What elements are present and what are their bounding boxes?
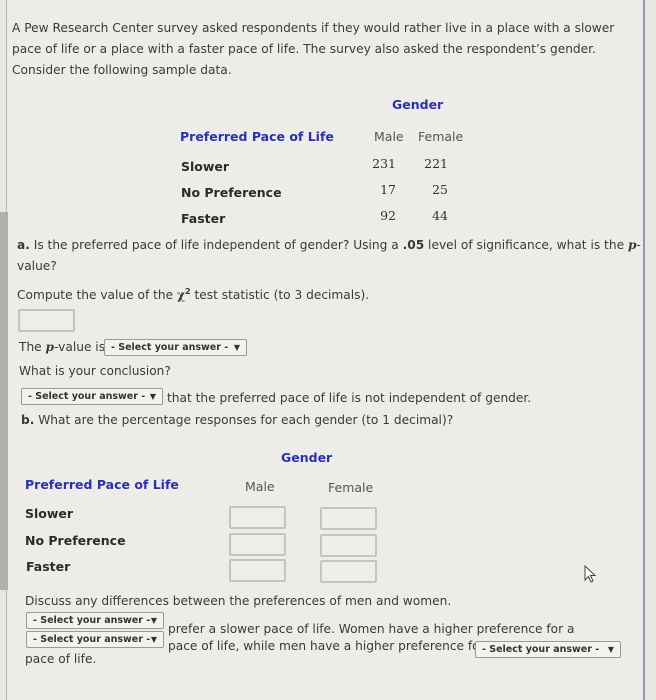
pvalue-select[interactable]: - Select your answer - ▼ — [104, 339, 247, 356]
conclusion-text: that the preferred pace of life is not i… — [167, 391, 532, 405]
nopref-male-input[interactable] — [229, 533, 286, 556]
q-text: Compute the value of the — [17, 288, 177, 303]
nopref-female-input[interactable] — [320, 534, 377, 557]
mouse-cursor-icon — [584, 565, 597, 583]
col-male-b: Male — [245, 479, 275, 494]
slower-male: 231 — [372, 156, 396, 171]
q-text: Is the preferred pace of life independen… — [29, 238, 403, 252]
compute-instruction: Compute the value of the χ2 test statist… — [17, 287, 369, 302]
scrollbar[interactable] — [0, 212, 8, 590]
gender-header: Gender — [392, 97, 444, 112]
slower-female-input[interactable] — [320, 507, 377, 530]
row-slower: Slower — [181, 159, 230, 174]
faster-male: 92 — [380, 208, 396, 223]
q-text: -value is — [54, 340, 106, 354]
col-male: Male — [374, 129, 404, 144]
discuss-select-1[interactable]: - Select your answer - ▼ — [26, 612, 164, 629]
row-faster: Faster — [181, 211, 226, 226]
dropdown-arrow-icon: ▼ — [607, 645, 614, 654]
discuss-prompt: Discuss any differences between the pref… — [25, 594, 452, 608]
dropdown-arrow-icon: ▼ — [149, 392, 156, 401]
q-text: The — [19, 340, 46, 354]
faster-female: 44 — [432, 208, 448, 223]
significance-level: .05 — [402, 238, 425, 252]
q-text: What are the percentage responses for ea… — [34, 413, 454, 427]
discuss-text-2: pace of life, while men have a higher pr… — [168, 639, 496, 653]
chi-square-input[interactable] — [18, 309, 75, 332]
conclusion-select[interactable]: - Select your answer - ▼ — [21, 388, 163, 405]
chi-symbol: χ — [177, 288, 186, 303]
row-slower-b: Slower — [25, 506, 74, 521]
row-no-preference-b: No Preference — [25, 533, 126, 548]
discuss-select-2[interactable]: - Select your answer - ▼ — [26, 631, 164, 648]
discuss-select-3[interactable]: - Select your answer - ▼ — [475, 641, 621, 658]
p-letter: p — [45, 340, 55, 354]
conclusion-question: What is your conclusion? — [19, 364, 171, 378]
select-label: - Select your answer - — [33, 615, 151, 626]
q-text: level of significance, what is the — [424, 238, 628, 252]
slower-male-input[interactable] — [229, 506, 286, 529]
select-label: - Select your answer - — [111, 342, 229, 353]
faster-female-input[interactable] — [320, 560, 377, 583]
discuss-text-3: pace of life. — [25, 652, 97, 666]
problem-intro: A Pew Research Center survey asked respo… — [12, 21, 615, 77]
col-female: Female — [418, 129, 464, 144]
part-a-question: a. Is the preferred pace of life indepen… — [17, 238, 641, 252]
col-female-b: Female — [328, 480, 374, 495]
dropdown-arrow-icon: ▼ — [150, 616, 157, 625]
part-a-label: a. — [17, 238, 30, 252]
pvalue-label: The p-value is — [19, 340, 105, 354]
part-a-question-cont: value? — [17, 259, 57, 273]
row-no-preference: No Preference — [181, 185, 282, 200]
select-label: - Select your answer - — [482, 644, 600, 655]
select-label: - Select your answer - — [33, 634, 151, 645]
dropdown-arrow-icon: ▼ — [150, 635, 157, 644]
nopref-male: 17 — [380, 182, 396, 197]
dropdown-arrow-icon: ▼ — [233, 343, 240, 352]
gender-header-b: Gender — [281, 450, 333, 465]
discuss-text-1: prefer a slower pace of life. Women have… — [168, 622, 575, 636]
q-text: test statistic (to 3 decimals). — [190, 288, 370, 303]
nopref-female: 25 — [432, 182, 448, 197]
row-header: Preferred Pace of Life — [180, 129, 334, 144]
faster-male-input[interactable] — [229, 559, 286, 582]
part-b-label: b. — [21, 413, 35, 427]
q-text: - — [636, 238, 641, 252]
part-b-question: b. What are the percentage responses for… — [21, 413, 453, 427]
row-faster-b: Faster — [26, 559, 71, 574]
select-label: - Select your answer - — [28, 391, 146, 402]
slower-female: 221 — [424, 156, 448, 171]
row-header-b: Preferred Pace of Life — [25, 477, 179, 492]
